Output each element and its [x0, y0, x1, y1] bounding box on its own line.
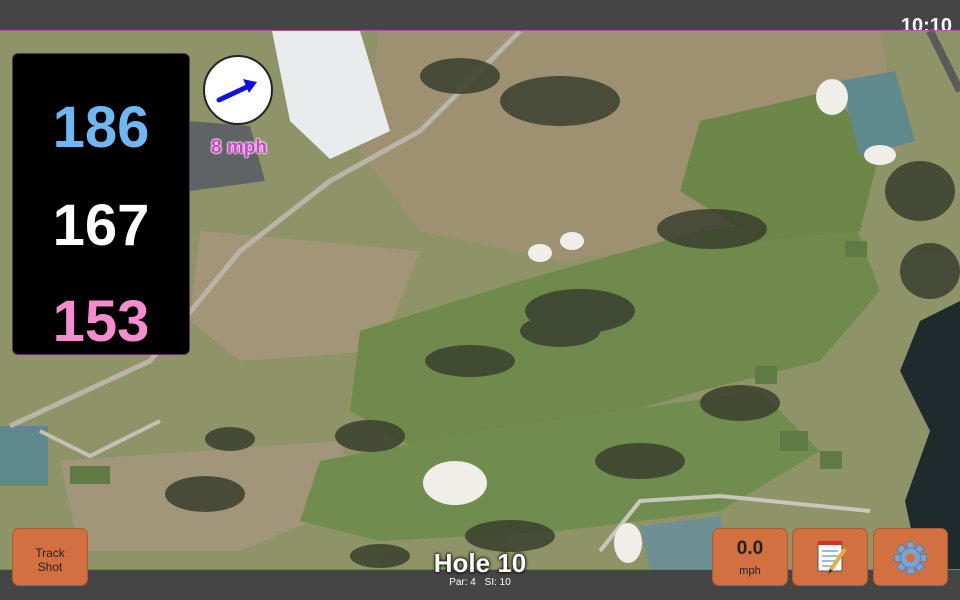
back-distance: 186	[52, 95, 150, 160]
gear-icon	[894, 541, 927, 575]
hole-title: Hole 10	[433, 548, 527, 578]
speed-value: 0.0	[736, 538, 764, 559]
middle-distance: 167	[52, 193, 150, 258]
speed-unit: mph	[739, 565, 761, 577]
status-bar: 10:10	[0, 0, 960, 37]
speed-button[interactable]: 0.0 mph	[712, 528, 788, 586]
track-shot-label-line2: Shot	[37, 560, 63, 574]
wind-speed: 8 mph	[211, 137, 267, 158]
track-shot-button[interactable]: Track Shot	[12, 528, 88, 586]
hole-par: Par: 4	[449, 577, 476, 588]
hole-stroke-index: SI: 10	[484, 577, 511, 588]
notepad-icon	[817, 541, 847, 574]
distance-panel: 186 167 153	[12, 53, 190, 355]
wind-indicator	[203, 55, 273, 125]
track-shot-label-line1: Track	[35, 546, 65, 560]
arrow-right-icon	[216, 79, 257, 103]
hole-info: Par: 4 SI: 10	[380, 578, 580, 588]
course-map[interactable]: 186 167 153 8 mph	[0, 30, 960, 570]
front-distance: 153	[52, 289, 150, 354]
notes-button[interactable]	[792, 528, 868, 586]
settings-button[interactable]	[873, 528, 948, 586]
